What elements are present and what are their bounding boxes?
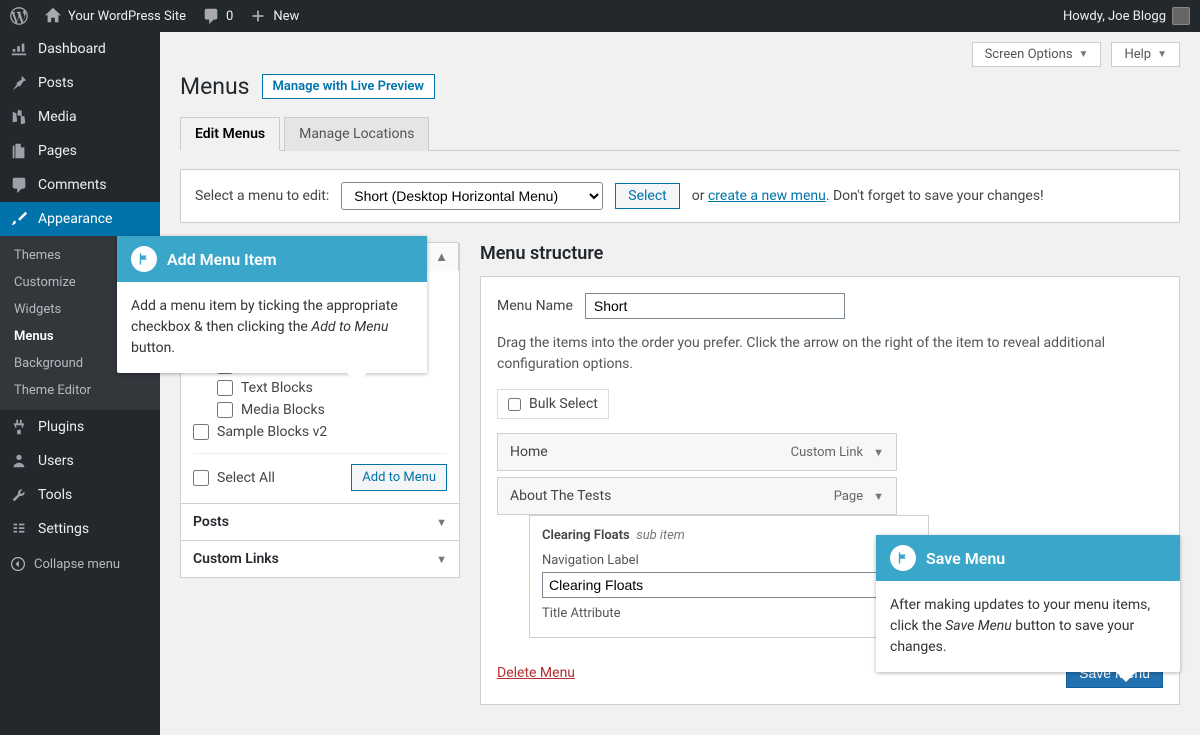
- page-checkbox-item[interactable]: Text Blocks: [193, 377, 447, 399]
- tab-manage-locations[interactable]: Manage Locations: [284, 117, 429, 151]
- site-name[interactable]: Your WordPress Site: [44, 7, 186, 25]
- sidebar-item-tools[interactable]: Tools: [0, 478, 160, 512]
- accordion-custom-links[interactable]: Custom Links▼: [180, 540, 460, 578]
- chevron-down-icon: ▼: [1079, 49, 1089, 60]
- chevron-down-icon: ▼: [436, 553, 447, 566]
- tools-icon: [10, 486, 28, 504]
- media-icon: [10, 108, 28, 126]
- users-icon: [10, 452, 28, 470]
- menu-item-open-clearing-floats: Clearing Floats sub item Navigation Labe…: [529, 515, 929, 638]
- sidebar-item-appearance[interactable]: Appearance: [0, 202, 160, 236]
- menu-item-home[interactable]: Home Custom Link▼: [497, 433, 897, 471]
- flag-icon: [890, 545, 916, 571]
- tab-edit-menus[interactable]: Edit Menus: [180, 117, 280, 151]
- page-title: Menus: [180, 73, 250, 100]
- plugin-icon: [10, 418, 28, 436]
- chevron-down-icon: ▼: [436, 516, 447, 529]
- menu-name-input[interactable]: [585, 293, 845, 319]
- admin-bar: Your WordPress Site 0 New Howdy, Joe Blo…: [0, 0, 1200, 32]
- page-checkbox-item[interactable]: Sample Blocks v2: [193, 421, 447, 443]
- create-menu-link[interactable]: create a new menu: [708, 188, 826, 204]
- select-all[interactable]: Select All: [193, 467, 275, 489]
- callout-save-menu: Save Menu After making updates to your m…: [876, 535, 1180, 672]
- collapse-icon: [10, 556, 26, 572]
- greeting[interactable]: Howdy, Joe Blogg: [1063, 7, 1190, 25]
- delete-menu-link[interactable]: Delete Menu: [497, 665, 575, 681]
- pin-icon: [10, 74, 28, 92]
- avatar: [1172, 7, 1190, 25]
- flag-icon: [131, 246, 157, 272]
- admin-sidebar: Dashboard Posts Media Pages Comments App…: [0, 32, 160, 735]
- sidebar-item-users[interactable]: Users: [0, 444, 160, 478]
- menu-select-box: Select a menu to edit: Short (Desktop Ho…: [180, 169, 1180, 223]
- sidebar-item-media[interactable]: Media: [0, 100, 160, 134]
- collapse-menu[interactable]: Collapse menu: [0, 546, 160, 582]
- select-button[interactable]: Select: [615, 183, 679, 209]
- chevron-down-icon: ▼: [873, 490, 884, 503]
- comment-icon: [202, 7, 220, 25]
- tab-nav: Edit Menus Manage Locations: [180, 116, 1180, 151]
- menu-item-about[interactable]: About The Tests Page▼: [497, 477, 897, 515]
- page-checkbox-item[interactable]: Media Blocks: [193, 399, 447, 421]
- sidebar-item-comments[interactable]: Comments: [0, 168, 160, 202]
- add-to-menu-button[interactable]: Add to Menu: [351, 464, 447, 491]
- comments-link[interactable]: 0: [202, 7, 233, 25]
- chevron-down-icon: ▼: [1157, 49, 1167, 60]
- sidebar-item-pages[interactable]: Pages: [0, 134, 160, 168]
- callout-add-menu-item: Add Menu Item Add a menu item by ticking…: [117, 236, 427, 373]
- settings-icon: [10, 520, 28, 538]
- accordion-collapse-toggle[interactable]: ▲: [424, 242, 459, 271]
- live-preview-button[interactable]: Manage with Live Preview: [262, 74, 435, 99]
- wordpress-icon: [10, 7, 28, 25]
- sidebar-sub-theme-editor[interactable]: Theme Editor: [0, 377, 160, 404]
- sidebar-item-dashboard[interactable]: Dashboard: [0, 32, 160, 66]
- dashboard-icon: [10, 40, 28, 58]
- structure-hint: Drag the items into the order you prefer…: [497, 333, 1163, 375]
- help-button[interactable]: Help▼: [1111, 42, 1180, 67]
- sidebar-item-settings[interactable]: Settings: [0, 512, 160, 546]
- comment-icon: [10, 176, 28, 194]
- nav-label-label: Navigation Label: [542, 553, 916, 568]
- structure-heading: Menu structure: [480, 243, 1180, 264]
- new-link[interactable]: New: [249, 7, 299, 25]
- nav-label-input[interactable]: [542, 572, 916, 598]
- screen-options-button[interactable]: Screen Options▼: [972, 42, 1102, 67]
- select-menu-label: Select a menu to edit:: [195, 188, 329, 204]
- sidebar-item-posts[interactable]: Posts: [0, 66, 160, 100]
- accordion-posts[interactable]: Posts▼: [180, 503, 460, 541]
- home-icon: [44, 7, 62, 25]
- title-attr-label: Title Attribute: [542, 606, 916, 621]
- plus-icon: [249, 7, 267, 25]
- menu-select[interactable]: Short (Desktop Horizontal Menu): [341, 182, 603, 210]
- sidebar-item-plugins[interactable]: Plugins: [0, 410, 160, 444]
- pages-icon: [10, 142, 28, 160]
- brush-icon: [10, 210, 28, 228]
- menu-name-label: Menu Name: [497, 298, 573, 314]
- chevron-down-icon: ▼: [873, 446, 884, 459]
- chevron-up-icon: ▲: [435, 250, 448, 265]
- wp-logo[interactable]: [10, 7, 28, 25]
- bulk-select[interactable]: Bulk Select: [497, 389, 609, 419]
